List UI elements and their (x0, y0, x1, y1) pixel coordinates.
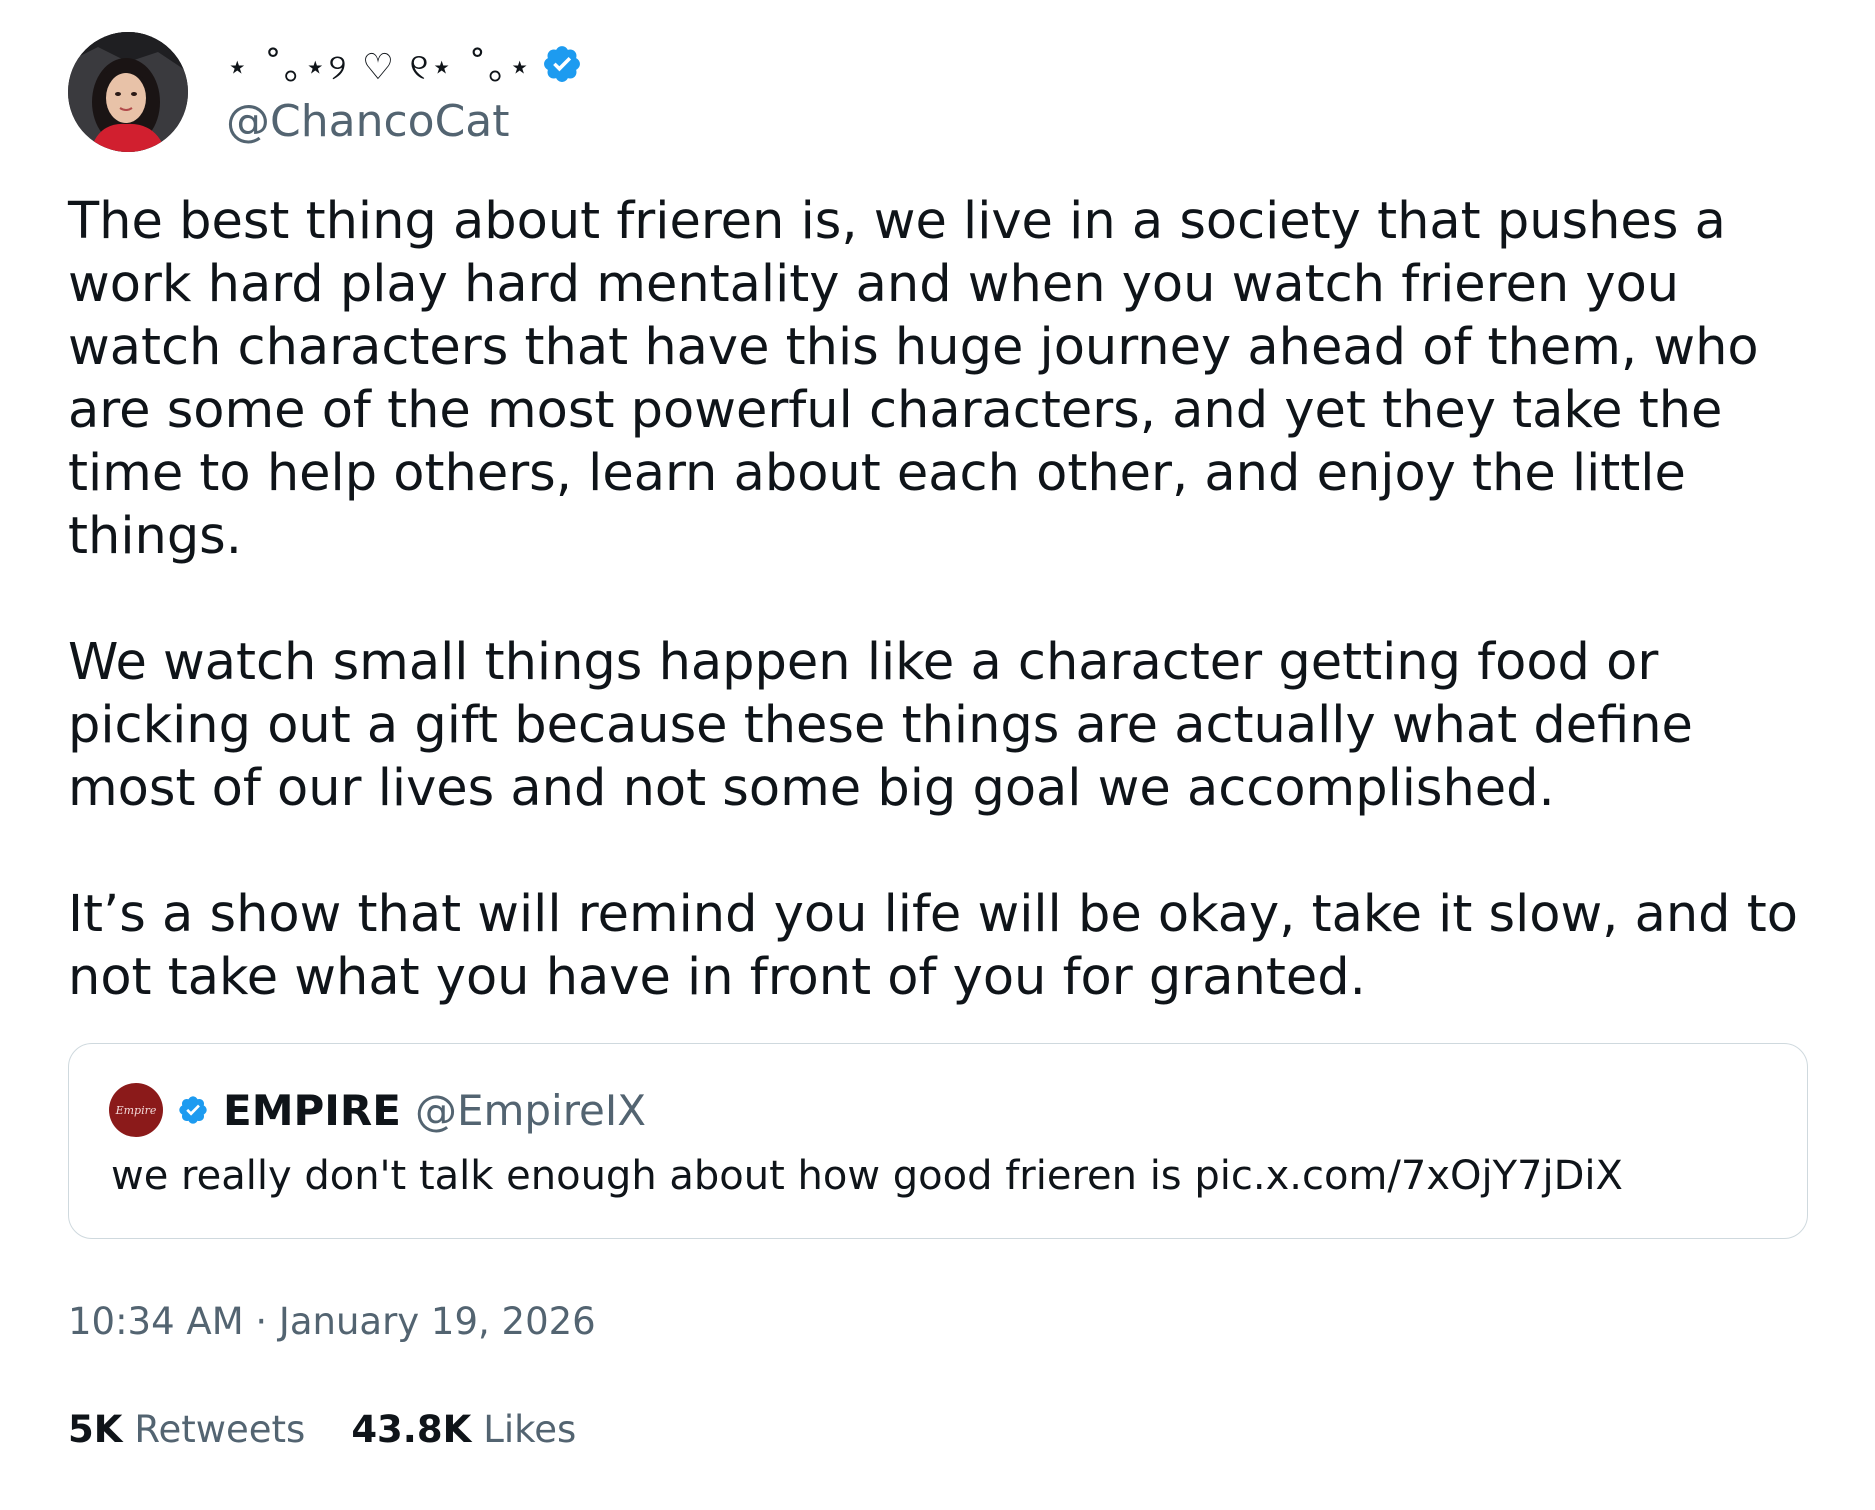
tweet-text: The best thing about frieren is, we live… (68, 190, 1828, 1009)
avatar[interactable] (68, 32, 188, 152)
quoted-tweet-text: we really don't talk enough about how go… (111, 1153, 1623, 1199)
likes-label: Likes (483, 1408, 577, 1451)
quoted-display-name[interactable]: EMPIRE (223, 1086, 401, 1135)
user-handle[interactable]: @ChancoCat (226, 96, 583, 148)
quoted-tweet-header: Empire EMPIRE @EmpireIX (109, 1082, 646, 1138)
quoted-avatar-logo: Empire (115, 1103, 157, 1117)
tweet-paragraph: We watch small things happen like a char… (68, 633, 1693, 818)
tweet-timestamp[interactable]: 10:34 AM · January 19, 2026 (68, 1300, 596, 1343)
verified-badge-icon (541, 43, 583, 85)
quoted-tweet[interactable]: Empire EMPIRE @EmpireIX we really don't … (68, 1043, 1808, 1239)
avatar-photo (68, 32, 188, 152)
likes-count: 43.8K (351, 1408, 472, 1451)
quoted-handle[interactable]: @EmpireIX (415, 1086, 646, 1135)
verified-badge-icon (177, 1094, 209, 1126)
display-name[interactable]: ⋆ ˚｡⋆୨ ♡ ୧⋆ ˚｡⋆ (226, 38, 533, 90)
tweet-paragraph: The best thing about frieren is, we live… (68, 192, 1759, 566)
user-names: ⋆ ˚｡⋆୨ ♡ ୧⋆ ˚｡⋆ @ChancoCat (226, 36, 583, 148)
quoted-avatar[interactable]: Empire (109, 1083, 163, 1137)
tweet-header: ⋆ ˚｡⋆୨ ♡ ୧⋆ ˚｡⋆ @ChancoCat (68, 32, 1808, 152)
tweet-paragraph: It’s a show that will remind you life wi… (68, 885, 1798, 1007)
tweet-stats: 5K Retweets 43.8K Likes (68, 1408, 576, 1451)
tweet: ⋆ ˚｡⋆୨ ♡ ୧⋆ ˚｡⋆ @ChancoCat The best thin… (68, 32, 1808, 1009)
retweets-label: Retweets (134, 1408, 306, 1451)
retweets-stat[interactable]: 5K Retweets (68, 1408, 305, 1451)
likes-stat[interactable]: 43.8K Likes (351, 1408, 576, 1451)
retweets-count: 5K (68, 1408, 123, 1451)
display-name-row: ⋆ ˚｡⋆୨ ♡ ୧⋆ ˚｡⋆ (226, 36, 583, 92)
